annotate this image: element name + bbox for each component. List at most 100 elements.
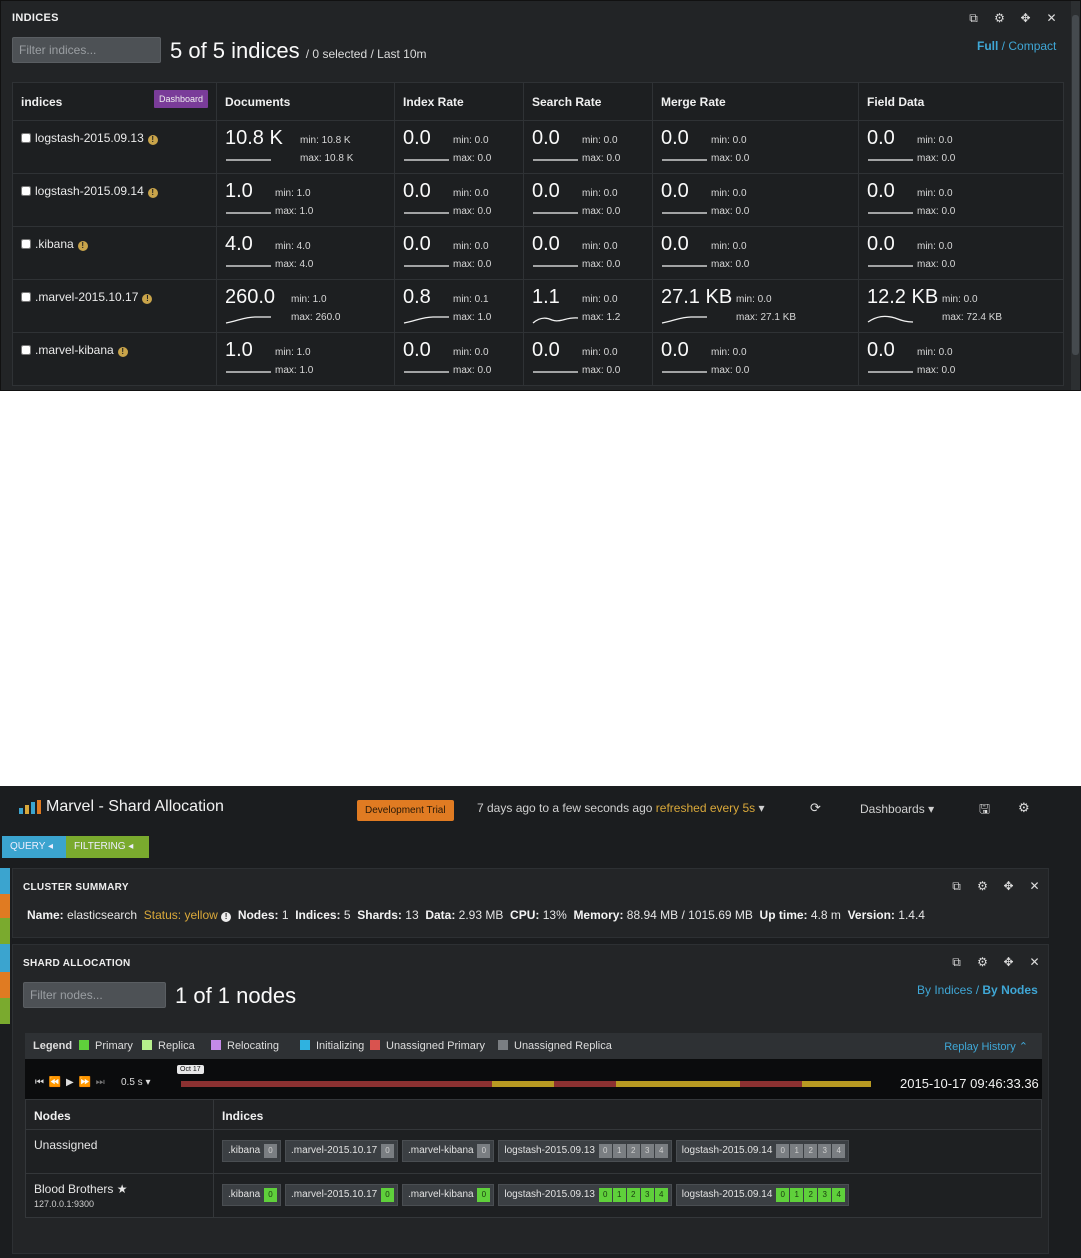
shard-box[interactable]: 0 bbox=[264, 1188, 278, 1202]
shard-box[interactable]: 1 bbox=[612, 1144, 626, 1158]
gear-icon[interactable]: ⚙ bbox=[993, 11, 1006, 26]
warning-icon[interactable]: ! bbox=[77, 241, 88, 251]
gear-icon[interactable]: ⚙ bbox=[976, 879, 989, 894]
col-search-rate[interactable]: Search Rate bbox=[523, 82, 653, 121]
timeline-flag[interactable]: Oct 17 bbox=[177, 1065, 204, 1074]
row-checkbox[interactable] bbox=[21, 345, 31, 355]
col-merge-rate[interactable]: Merge Rate bbox=[652, 82, 859, 121]
shard-box[interactable]: 3 bbox=[818, 1144, 832, 1158]
row-checkbox[interactable] bbox=[21, 239, 31, 249]
time-range-picker[interactable]: 7 days ago to a few seconds ago refreshe… bbox=[477, 801, 765, 815]
by-indices-link[interactable]: By Indices bbox=[917, 983, 972, 997]
shard-box[interactable]: 1 bbox=[790, 1144, 804, 1158]
view-full-link[interactable]: Full bbox=[977, 39, 998, 53]
save-icon[interactable]: 🖫 bbox=[979, 800, 990, 822]
shard-box[interactable]: 2 bbox=[626, 1188, 640, 1202]
move-icon[interactable]: ✥ bbox=[1019, 11, 1032, 26]
warning-icon[interactable]: ! bbox=[142, 294, 153, 304]
refresh-icon[interactable]: ⟳ bbox=[810, 800, 821, 816]
close-icon[interactable]: ✕ bbox=[1028, 879, 1041, 894]
index-chip[interactable]: .marvel-kibana 0 bbox=[401, 1184, 495, 1206]
shard-box[interactable]: 0 bbox=[776, 1188, 790, 1202]
shard-header-row: Nodes Indices bbox=[25, 1099, 1042, 1130]
index-chip[interactable]: .kibana 0 bbox=[222, 1184, 282, 1206]
col-documents[interactable]: Documents bbox=[216, 82, 395, 121]
shard-box[interactable]: 4 bbox=[832, 1144, 846, 1158]
shard-box[interactable]: 3 bbox=[640, 1188, 654, 1202]
index-chip[interactable]: logstash-2015.09.14 01234 bbox=[675, 1184, 850, 1206]
col-field-data[interactable]: Field Data bbox=[858, 82, 1064, 121]
warning-icon[interactable]: ! bbox=[147, 135, 158, 145]
index-chip[interactable]: logstash-2015.09.14 01234 bbox=[675, 1140, 850, 1162]
dashboards-menu[interactable]: Dashboards ▾ bbox=[860, 802, 934, 816]
shard-box[interactable]: 4 bbox=[654, 1144, 668, 1158]
shard-box[interactable]: 2 bbox=[804, 1144, 818, 1158]
index-chip[interactable]: .marvel-kibana 0 bbox=[401, 1140, 495, 1162]
row-checkbox[interactable] bbox=[21, 133, 31, 143]
warning-icon[interactable]: ! bbox=[147, 188, 158, 198]
scrollbar-thumb[interactable] bbox=[1072, 15, 1079, 355]
metric-cell: 0.0 min: 0.0 max: 0.0 bbox=[523, 226, 653, 280]
legend-item: Primary bbox=[79, 1040, 133, 1052]
index-chip[interactable]: .marvel-2015.10.17 0 bbox=[285, 1140, 398, 1162]
index-name[interactable]: logstash-2015.09.14 bbox=[35, 184, 144, 198]
timeline-track[interactable] bbox=[181, 1081, 871, 1087]
replay-history-link[interactable]: Replay History ⌃ bbox=[944, 1040, 1028, 1053]
info-icon[interactable]: ! bbox=[221, 912, 232, 922]
shard-box[interactable]: 0 bbox=[598, 1188, 612, 1202]
duplicate-icon[interactable]: ⧉ bbox=[967, 11, 980, 26]
move-icon[interactable]: ✥ bbox=[1002, 879, 1015, 894]
shard-box[interactable]: 0 bbox=[477, 1144, 491, 1158]
shard-box[interactable]: 0 bbox=[776, 1144, 790, 1158]
shard-box[interactable]: 3 bbox=[640, 1144, 654, 1158]
query-pill[interactable]: QUERY ◂ bbox=[2, 836, 66, 858]
speed-select[interactable]: 0.5 s ▾ bbox=[121, 1077, 151, 1088]
by-nodes-link[interactable]: By Nodes bbox=[982, 983, 1037, 997]
shard-box[interactable]: 2 bbox=[804, 1188, 818, 1202]
filtering-pill[interactable]: FILTERING ◂ bbox=[66, 836, 149, 858]
shard-box[interactable]: 4 bbox=[832, 1188, 846, 1202]
index-chip[interactable]: .kibana 0 bbox=[222, 1140, 282, 1162]
dashboard-button[interactable]: Dashboard bbox=[153, 90, 208, 108]
panel-scrollbar[interactable] bbox=[1071, 1, 1080, 390]
node-name[interactable]: Unassigned bbox=[34, 1138, 97, 1152]
filter-indices-input[interactable] bbox=[12, 37, 161, 63]
close-icon[interactable]: ✕ bbox=[1045, 11, 1058, 26]
shard-box[interactable]: 0 bbox=[264, 1144, 278, 1158]
node-name[interactable]: Blood Brothers bbox=[34, 1182, 113, 1196]
shard-box[interactable]: 0 bbox=[380, 1188, 394, 1202]
close-icon[interactable]: ✕ bbox=[1028, 955, 1041, 970]
trial-badge[interactable]: Development Trial bbox=[357, 800, 454, 821]
index-chip[interactable]: logstash-2015.09.13 01234 bbox=[498, 1184, 672, 1206]
row-checkbox[interactable] bbox=[21, 292, 31, 302]
col-index-rate[interactable]: Index Rate bbox=[394, 82, 524, 121]
shard-box[interactable]: 0 bbox=[598, 1144, 612, 1158]
fast-forward-icon[interactable]: ⏩ bbox=[79, 1077, 92, 1088]
warning-icon[interactable]: ! bbox=[117, 347, 128, 357]
index-name[interactable]: .marvel-kibana bbox=[35, 343, 114, 357]
move-icon[interactable]: ✥ bbox=[1002, 955, 1015, 970]
play-icon[interactable]: ▶ bbox=[66, 1077, 75, 1088]
duplicate-icon[interactable]: ⧉ bbox=[950, 879, 963, 894]
view-compact-link[interactable]: Compact bbox=[1008, 39, 1056, 53]
row-checkbox[interactable] bbox=[21, 186, 31, 196]
skip-forward-icon[interactable]: ⏭ bbox=[96, 1077, 106, 1088]
index-chip[interactable]: logstash-2015.09.13 01234 bbox=[498, 1140, 672, 1162]
shard-box[interactable]: 1 bbox=[790, 1188, 804, 1202]
filter-nodes-input[interactable] bbox=[23, 982, 166, 1008]
shard-box[interactable]: 1 bbox=[612, 1188, 626, 1202]
index-name[interactable]: .kibana bbox=[35, 237, 74, 251]
index-name[interactable]: .marvel-2015.10.17 bbox=[35, 290, 138, 304]
skip-back-icon[interactable]: ⏮ bbox=[35, 1077, 45, 1088]
shard-box[interactable]: 3 bbox=[818, 1188, 832, 1202]
shard-box[interactable]: 0 bbox=[380, 1144, 394, 1158]
shard-box[interactable]: 0 bbox=[477, 1188, 491, 1202]
gear-icon[interactable]: ⚙ bbox=[976, 955, 989, 970]
shard-box[interactable]: 4 bbox=[654, 1188, 668, 1202]
gear-icon[interactable]: ⚙ bbox=[1018, 800, 1030, 816]
duplicate-icon[interactable]: ⧉ bbox=[950, 955, 963, 970]
index-chip[interactable]: .marvel-2015.10.17 0 bbox=[285, 1184, 398, 1206]
rewind-icon[interactable]: ⏪ bbox=[49, 1077, 62, 1088]
shard-box[interactable]: 2 bbox=[626, 1144, 640, 1158]
index-name[interactable]: logstash-2015.09.13 bbox=[35, 131, 144, 145]
